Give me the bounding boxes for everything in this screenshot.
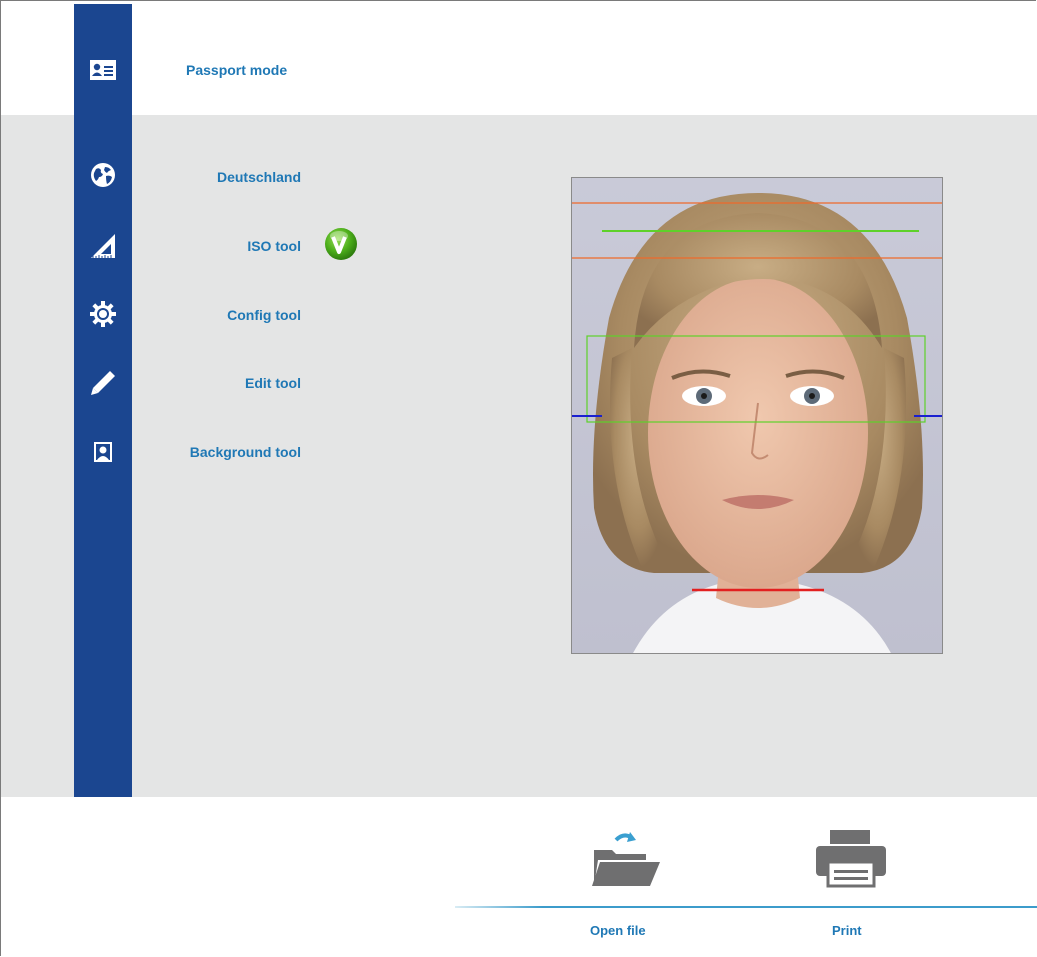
- globe-icon: [91, 163, 115, 187]
- id-card-icon: [90, 60, 116, 80]
- printer-icon: [816, 830, 886, 888]
- print-label[interactable]: Print: [832, 923, 862, 938]
- background-tool-label[interactable]: Background tool: [190, 444, 301, 460]
- sidebar-item-country[interactable]: [80, 155, 126, 195]
- gear-icon: [90, 301, 116, 327]
- check-icon: [325, 228, 357, 260]
- pencil-icon: [91, 371, 115, 395]
- portrait-icon: [94, 442, 112, 462]
- iso-tool-label[interactable]: ISO tool: [247, 238, 301, 254]
- header-area: [1, 1, 1037, 115]
- edit-tool-label[interactable]: Edit tool: [245, 375, 301, 391]
- print-button[interactable]: [814, 828, 888, 888]
- sidebar-item-config-tool[interactable]: [80, 294, 126, 334]
- set-square-icon: [91, 234, 115, 258]
- sidebar-item-iso-tool[interactable]: [80, 226, 126, 266]
- config-tool-label[interactable]: Config tool: [227, 307, 301, 323]
- folder-open-icon: [592, 832, 660, 886]
- portrait-image: [572, 178, 942, 653]
- open-file-label[interactable]: Open file: [590, 923, 646, 938]
- country-label[interactable]: Deutschland: [217, 169, 301, 185]
- sidebar-item-passport-mode[interactable]: [80, 50, 126, 90]
- passport-photo: [571, 177, 943, 654]
- sidebar-item-background-tool[interactable]: [80, 432, 126, 472]
- passport-mode-label[interactable]: Passport mode: [186, 62, 287, 78]
- open-file-button[interactable]: [588, 830, 660, 888]
- toolbar-divider: [455, 906, 1037, 908]
- sidebar-item-edit-tool[interactable]: [80, 363, 126, 403]
